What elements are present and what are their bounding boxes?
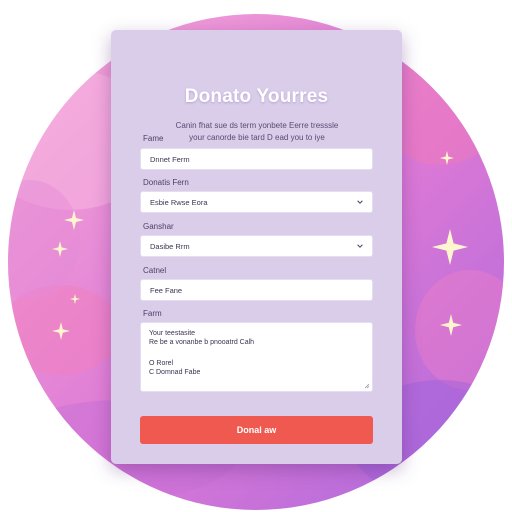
message-line: Your teestasite: [149, 330, 196, 337]
subtitle-line: your canorde bie tard D ead you to iye: [189, 133, 325, 142]
chevron-down-icon: [357, 200, 363, 204]
sparkle-icon: [432, 227, 468, 267]
subtitle-line: Canin fhat sue ds term yonbete Eerre tre…: [175, 121, 339, 130]
message-label: Farm: [143, 309, 162, 318]
name-input[interactable]: Dnnet Ferm: [140, 148, 373, 170]
field3-label: Ganshar: [143, 222, 174, 231]
channel-input-value: Fee Fane: [150, 286, 183, 295]
message-line: C Domnad Fabe: [149, 369, 201, 376]
field2-label: Donatis Fern: [143, 178, 189, 187]
channel-input[interactable]: Fee Fane: [140, 279, 373, 301]
card-subtitle: Canin fhat sue ds term yonbete Eerre tre…: [151, 120, 363, 144]
category-select[interactable]: Dasibe Rrm: [140, 235, 373, 257]
sparkle-icon: [440, 151, 454, 165]
name-input-value: Dnnet Ferm: [150, 155, 190, 164]
sparkle-icon: [52, 322, 70, 340]
message-line: O Rorel: [149, 360, 174, 367]
stage: Donato Yourres Canin fhat sue ds term yo…: [0, 0, 512, 512]
donation-form-select[interactable]: Esbie Rwse Eora: [140, 191, 373, 213]
chevron-down-icon: [357, 244, 363, 248]
donation-form-select-value: Esbie Rwse Eora: [150, 198, 208, 207]
donation-form-card: Donato Yourres Canin fhat sue ds term yo…: [111, 30, 402, 464]
message-textarea[interactable]: Your teestasite Re be a vonanbe b pnooat…: [140, 322, 373, 392]
message-line: Re be a vonanbe b pnooatrd Calh: [149, 339, 255, 346]
sparkle-icon: [440, 313, 462, 337]
donate-button[interactable]: Donal aw: [140, 416, 373, 444]
page-title: Donato Yourres: [184, 86, 329, 107]
sparkle-icon: [52, 241, 68, 257]
sparkle-icon: [70, 294, 80, 304]
sparkle-icon: [64, 210, 84, 230]
category-select-value: Dasibe Rrm: [150, 242, 190, 251]
resize-grip-icon[interactable]: [364, 383, 370, 389]
field1-label: Fame: [143, 134, 164, 143]
field4-label: Catnel: [143, 266, 167, 275]
